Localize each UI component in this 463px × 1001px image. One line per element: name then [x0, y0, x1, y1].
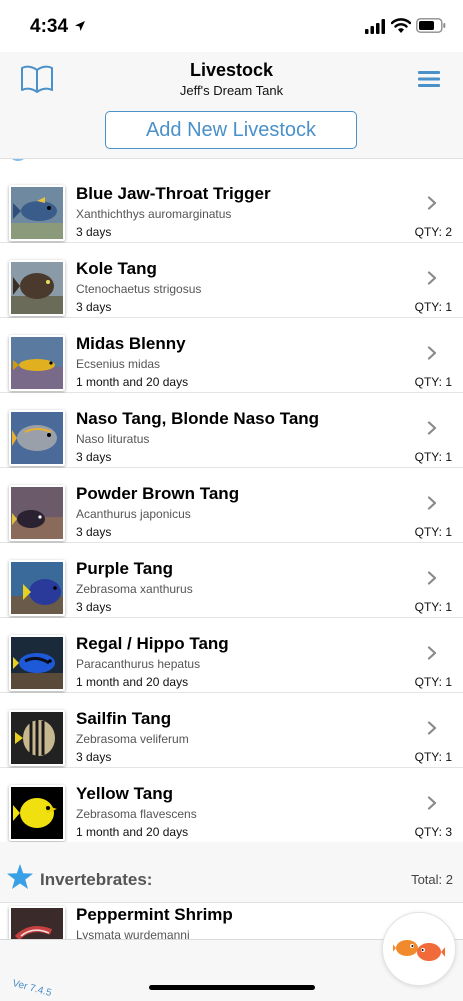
- floating-fish-button[interactable]: [382, 912, 456, 986]
- scientific-name: Paracanthurus hepatus: [76, 657, 201, 671]
- livestock-name: Peppermint Shrimp: [76, 905, 233, 924]
- wifi-icon: [391, 18, 411, 33]
- quantity: QTY: 1: [414, 675, 452, 689]
- scientific-name: Xanthichthys auromarginatus: [76, 207, 232, 221]
- quantity: QTY: 1: [414, 750, 452, 764]
- scientific-name: Zebrasoma flavescens: [76, 807, 197, 821]
- chevron-right-icon: [427, 421, 437, 435]
- list-item[interactable]: Regal / Hippo Tang Paracanthurus hepatus…: [0, 618, 463, 693]
- list-item[interactable]: Naso Tang, Blonde Naso Tang Naso liturat…: [0, 393, 463, 468]
- age: 3 days: [76, 525, 112, 539]
- menu-icon[interactable]: [418, 70, 440, 88]
- fish-photo: [9, 710, 65, 766]
- fish-photo: [9, 785, 65, 841]
- nav-header: Livestock Jeff's Dream Tank Add New Live…: [0, 52, 463, 159]
- scientific-name: Acanthurus japonicus: [76, 507, 191, 521]
- livestock-name: Yellow Tang: [76, 784, 173, 803]
- age: 3 days: [76, 225, 112, 239]
- chevron-right-icon: [427, 271, 437, 285]
- scientific-name: Zebrasoma xanthurus: [76, 582, 193, 596]
- list-item[interactable]: Purple Tang Zebrasoma xanthurus 3 days Q…: [0, 543, 463, 618]
- tank-name: Jeff's Dream Tank: [179, 83, 284, 98]
- fish-icon: [393, 940, 445, 961]
- chevron-right-icon: [427, 796, 437, 810]
- age: 3 days: [76, 600, 112, 614]
- battery-icon: [416, 18, 446, 33]
- location-arrow-icon: [75, 21, 85, 31]
- list-item[interactable]: Kole Tang Ctenochaetus strigosus 3 days …: [0, 243, 463, 318]
- fish-photo: [9, 485, 65, 541]
- quantity: QTY: 1: [414, 300, 452, 314]
- age: 3 days: [76, 300, 112, 314]
- quantity: QTY: 1: [414, 600, 452, 614]
- age: 3 days: [76, 750, 112, 764]
- shrimp-photo: [9, 906, 65, 939]
- scientific-name: Ctenochaetus strigosus: [76, 282, 202, 296]
- section-header-invertebrates: Invertebrates: Total: 2: [0, 842, 463, 903]
- chevron-right-icon: [427, 196, 437, 210]
- signal-icon: [365, 19, 385, 34]
- quantity: QTY: 3: [414, 825, 452, 839]
- chevron-right-icon: [427, 721, 437, 735]
- starfish-icon: [7, 864, 33, 889]
- section-total: Total: 2: [411, 872, 453, 887]
- livestock-name: Blue Jaw-Throat Trigger: [76, 184, 271, 203]
- version-label: Ver 7.4.5: [11, 978, 53, 999]
- list-item[interactable]: Blue Jaw-Throat Trigger Xanthichthys aur…: [0, 168, 463, 243]
- scientific-name: Ecsenius midas: [76, 357, 161, 371]
- add-livestock-button[interactable]: Add New Livestock: [105, 111, 357, 149]
- chevron-right-icon: [427, 571, 437, 585]
- fish-photo: [9, 635, 65, 691]
- status-bar: 4:34: [0, 0, 463, 52]
- livestock-name: Purple Tang: [76, 559, 173, 578]
- chevron-right-icon: [427, 496, 437, 510]
- livestock-name: Regal / Hippo Tang: [76, 634, 229, 653]
- status-time: 4:34: [30, 16, 69, 37]
- list-item[interactable]: Yellow Tang Zebrasoma flavescens 1 month…: [0, 768, 463, 843]
- list-item[interactable]: Powder Brown Tang Acanthurus japonicus 3…: [0, 468, 463, 543]
- livestock-name: Kole Tang: [76, 259, 157, 278]
- age: 1 month and 20 days: [76, 675, 189, 689]
- list-item[interactable]: Sailfin Tang Zebrasoma veliferum 3 days …: [0, 693, 463, 768]
- quantity: QTY: 1: [414, 375, 452, 389]
- age: 3 days: [76, 450, 112, 464]
- page-title: Livestock: [189, 60, 274, 80]
- fish-photo: [9, 260, 65, 316]
- fish-photo: [9, 335, 65, 391]
- scientific-name: Lysmata wurdemanni: [76, 928, 190, 939]
- section-title: Invertebrates:: [40, 870, 153, 889]
- quantity: QTY: 1: [414, 450, 452, 464]
- fish-photo: [9, 185, 65, 241]
- livestock-name: Sailfin Tang: [76, 709, 172, 728]
- age: 1 month and 20 days: [76, 825, 189, 839]
- livestock-name: Midas Blenny: [76, 334, 186, 353]
- quantity: QTY: 2: [414, 225, 452, 239]
- age: 1 month and 20 days: [76, 375, 189, 389]
- scientific-name: Zebrasoma veliferum: [76, 732, 189, 746]
- section-icon-peek: [8, 159, 28, 161]
- scientific-name: Naso lituratus: [76, 432, 150, 446]
- chevron-right-icon: [427, 646, 437, 660]
- fish-photo: [9, 560, 65, 616]
- list-item[interactable]: Midas Blenny Ecsenius midas 1 month and …: [0, 318, 463, 393]
- chevron-right-icon: [427, 346, 437, 360]
- livestock-name: Naso Tang, Blonde Naso Tang: [76, 409, 320, 428]
- livestock-list[interactable]: Blue Jaw-Throat Trigger Xanthichthys aur…: [0, 159, 463, 939]
- quantity: QTY: 1: [414, 525, 452, 539]
- fish-photo: [9, 410, 65, 466]
- home-indicator[interactable]: [149, 985, 315, 990]
- livestock-name: Powder Brown Tang: [76, 484, 240, 503]
